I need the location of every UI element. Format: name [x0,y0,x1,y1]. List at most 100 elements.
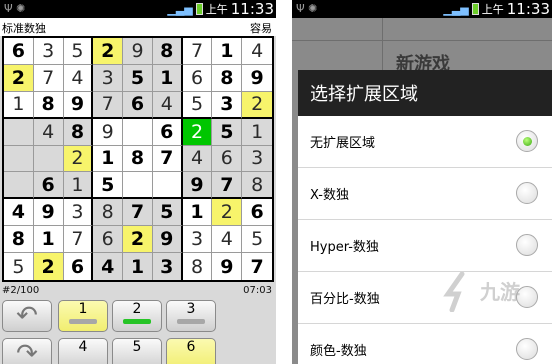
number-key-1[interactable]: 1 [58,300,108,332]
sudoku-cell-r1c3[interactable]: 5 [63,38,94,65]
sudoku-cell-r5c6[interactable]: 7 [152,145,183,173]
sudoku-cell-r7c9[interactable]: 6 [242,199,272,227]
sudoku-cell-r6c8[interactable]: 7 [212,172,243,200]
number-key-6[interactable]: 6 [166,338,216,364]
sudoku-cell-r4c7[interactable]: 2 [182,118,213,146]
sudoku-cell-r4c6[interactable]: 6 [152,118,183,146]
sudoku-cell-r6c5[interactable] [123,172,153,200]
sudoku-cell-r1c8[interactable]: 1 [212,38,243,65]
sudoku-cell-r2c3[interactable]: 4 [63,64,94,92]
sudoku-cell-r6c6[interactable] [152,172,183,200]
sudoku-cell-r2c1[interactable]: 2 [4,64,34,92]
number-key-3[interactable]: 3 [166,300,216,332]
sudoku-cell-r7c1[interactable]: 4 [4,199,34,227]
sudoku-cell-r3c2[interactable]: 8 [33,91,64,119]
sudoku-cell-r4c9[interactable]: 1 [242,118,272,146]
sudoku-cell-r3c6[interactable]: 4 [152,91,183,119]
sudoku-cell-r9c8[interactable]: 9 [212,253,243,280]
sudoku-cell-r5c7[interactable]: 4 [182,145,213,173]
sudoku-cell-r1c1[interactable]: 6 [4,38,34,65]
sudoku-cell-r9c9[interactable]: 7 [242,253,272,280]
sudoku-cell-r2c6[interactable]: 1 [152,64,183,92]
sudoku-cell-r9c1[interactable]: 5 [4,253,34,280]
sudoku-cell-r1c4[interactable]: 2 [93,38,124,65]
sudoku-cell-r2c5[interactable]: 5 [123,64,153,92]
sudoku-cell-r7c5[interactable]: 7 [123,199,153,227]
sudoku-cell-r8c2[interactable]: 1 [33,226,64,254]
sudoku-cell-r5c4[interactable]: 1 [93,145,124,173]
sudoku-cell-r1c5[interactable]: 9 [123,38,153,65]
sudoku-cell-r8c8[interactable]: 4 [212,226,243,254]
sudoku-cell-r8c6[interactable]: 9 [152,226,183,254]
sudoku-cell-r7c6[interactable]: 5 [152,199,183,227]
sudoku-cell-r5c9[interactable]: 3 [242,145,272,173]
sudoku-cell-r4c3[interactable]: 8 [63,118,94,146]
sudoku-cell-r7c8[interactable]: 2 [212,199,243,227]
sudoku-cell-r6c3[interactable]: 1 [63,172,94,200]
sudoku-cell-r7c3[interactable]: 3 [63,199,94,227]
sudoku-cell-r4c1[interactable] [4,118,34,146]
sudoku-cell-r3c1[interactable]: 1 [4,91,34,119]
sudoku-cell-r1c9[interactable]: 4 [242,38,272,65]
option-row[interactable]: 颜色-数独 [298,324,552,364]
sudoku-cell-r7c7[interactable]: 1 [182,199,213,227]
sudoku-cell-r5c3[interactable]: 2 [63,145,94,173]
number-key-4[interactable]: 4 [58,338,108,364]
radio-button[interactable] [516,338,538,360]
sudoku-cell-r3c4[interactable]: 7 [93,91,124,119]
sudoku-cell-r4c2[interactable]: 4 [33,118,64,146]
sudoku-cell-r8c9[interactable]: 5 [242,226,272,254]
sudoku-cell-r6c7[interactable]: 9 [182,172,213,200]
sudoku-cell-r9c2[interactable]: 2 [33,253,64,280]
option-row[interactable]: X-数独 [298,168,552,220]
number-key-5[interactable]: 5 [112,338,162,364]
sudoku-cell-r6c4[interactable]: 5 [93,172,124,200]
sudoku-cell-r2c4[interactable]: 3 [93,64,124,92]
status-right: ▁▃▅ 上午 11:33 [167,0,274,18]
sudoku-cell-r6c2[interactable]: 6 [33,172,64,200]
sudoku-cell-r1c7[interactable]: 7 [182,38,213,65]
sudoku-cell-r5c1[interactable] [4,145,34,173]
background-divider [292,40,552,41]
sudoku-cell-r5c5[interactable]: 8 [123,145,153,173]
undo-button[interactable]: ↶ [2,300,52,332]
redo-button[interactable]: ↷ [2,338,52,364]
sudoku-cell-r5c2[interactable] [33,145,64,173]
radio-button[interactable] [516,182,538,204]
sudoku-cell-r2c8[interactable]: 8 [212,64,243,92]
radio-button[interactable] [516,234,538,256]
sudoku-cell-r3c8[interactable]: 3 [212,91,243,119]
number-key-2[interactable]: 2 [112,300,162,332]
sudoku-cell-r9c6[interactable]: 3 [152,253,183,280]
sudoku-cell-r7c2[interactable]: 9 [33,199,64,227]
sudoku-cell-r4c8[interactable]: 5 [212,118,243,146]
sudoku-cell-r8c7[interactable]: 3 [182,226,213,254]
sudoku-cell-r4c5[interactable] [123,118,153,146]
sudoku-cell-r3c7[interactable]: 5 [182,91,213,119]
sudoku-cell-r3c3[interactable]: 9 [63,91,94,119]
sudoku-cell-r8c3[interactable]: 7 [63,226,94,254]
option-row[interactable]: Hyper-数独 [298,220,552,272]
sudoku-cell-r6c9[interactable]: 8 [242,172,272,200]
sudoku-cell-r4c4[interactable]: 9 [93,118,124,146]
sudoku-cell-r9c3[interactable]: 6 [64,253,94,280]
sudoku-cell-r3c5[interactable]: 6 [123,91,153,119]
sudoku-cell-r1c2[interactable]: 3 [33,38,64,65]
sudoku-cell-r9c5[interactable]: 1 [123,253,153,280]
sudoku-cell-r7c4[interactable]: 8 [93,199,124,227]
sudoku-cell-r2c7[interactable]: 6 [182,64,213,92]
sudoku-cell-r8c5[interactable]: 2 [123,226,153,254]
sudoku-cell-r5c8[interactable]: 6 [212,145,243,173]
sudoku-cell-r2c9[interactable]: 9 [242,65,272,92]
sudoku-cell-r6c1[interactable] [4,172,34,200]
sudoku-cell-r2c2[interactable]: 7 [33,64,64,92]
sudoku-cell-r9c7[interactable]: 8 [183,253,213,280]
sudoku-cell-r9c4[interactable]: 4 [93,253,124,280]
sudoku-cell-r3c9[interactable]: 2 [242,91,272,119]
option-row[interactable]: 无扩展区域 [298,116,552,168]
radio-button[interactable] [516,130,538,152]
sudoku-cell-r8c1[interactable]: 8 [4,226,34,254]
sudoku-cell-r1c6[interactable]: 8 [152,38,183,65]
watermark-text: 九游 [480,280,520,304]
sudoku-cell-r8c4[interactable]: 6 [93,226,124,254]
